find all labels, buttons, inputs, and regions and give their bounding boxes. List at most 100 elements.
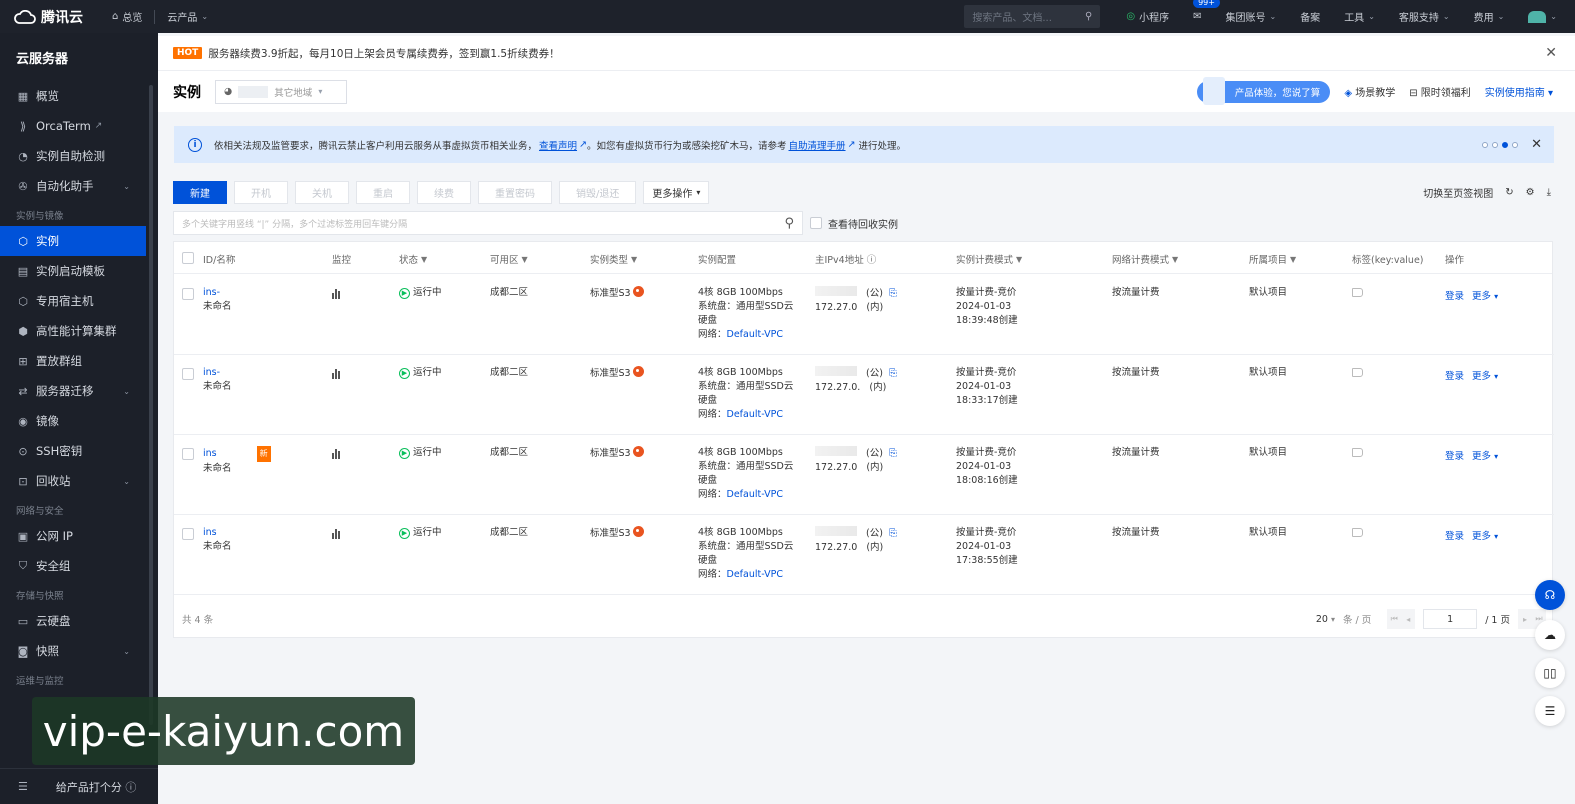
- filter-icon[interactable]: ▼: [631, 255, 637, 264]
- sidebar-item-overview[interactable]: ▦ 概览: [0, 81, 158, 111]
- row-checkbox[interactable]: [182, 368, 194, 380]
- menu-list-button[interactable]: ☰: [1535, 696, 1565, 726]
- sidebar-item-snapshot[interactable]: ◙ 快照 ⌄: [0, 636, 158, 666]
- sidebar-item-hpc-cluster[interactable]: ⬢ 高性能计算集群: [0, 316, 158, 346]
- search-icon[interactable]: ⚲: [784, 216, 794, 231]
- docs-button[interactable]: ▯▯: [1535, 658, 1565, 688]
- sidebar-scrollbar[interactable]: [149, 85, 153, 725]
- support-menu[interactable]: 客服支持 ⌄: [1387, 0, 1462, 33]
- close-icon[interactable]: ✕: [1545, 45, 1557, 61]
- start-button[interactable]: 开机: [234, 180, 288, 204]
- instance-id-link[interactable]: ins-: [203, 367, 220, 378]
- feedback-link[interactable]: 给产品打个分 ⓘ: [56, 779, 137, 795]
- scene-tutorial-link[interactable]: ◈ 场景教学: [1344, 84, 1395, 99]
- sidebar-item-launch-template[interactable]: ▤ 实例启动模板: [0, 256, 158, 286]
- cleanup-manual-link[interactable]: 自助清理手册: [789, 138, 846, 152]
- reset-password-button[interactable]: 重置密码: [478, 180, 552, 204]
- products-menu[interactable]: 云产品 ⌄: [155, 0, 220, 33]
- instance-id-link[interactable]: ins: [203, 448, 217, 459]
- overview-link[interactable]: ⌂ 总览: [100, 0, 154, 33]
- refresh-icon[interactable]: ↻: [1505, 187, 1513, 198]
- view-recycled-checkbox[interactable]: 查看待回收实例: [810, 216, 898, 231]
- filter-icon[interactable]: ▼: [1172, 255, 1178, 264]
- tag-icon[interactable]: [1352, 528, 1363, 537]
- copy-icon[interactable]: ⎘: [889, 448, 897, 459]
- monitor-chart-icon[interactable]: [332, 369, 340, 379]
- sidebar-item-security-group[interactable]: ⛉ 安全组: [0, 551, 158, 581]
- copy-icon[interactable]: ⎘: [889, 368, 897, 379]
- tag-icon[interactable]: [1352, 288, 1363, 297]
- tag-icon[interactable]: [1352, 448, 1363, 457]
- page-size-select[interactable]: 20 ▾: [1316, 614, 1335, 625]
- filter-icon[interactable]: ▼: [1016, 255, 1022, 264]
- user-avatar[interactable]: ⌄: [1516, 0, 1575, 33]
- gear-icon[interactable]: ⚙: [1526, 187, 1535, 198]
- collapse-menu-icon[interactable]: ☰: [18, 780, 28, 793]
- customer-service-button[interactable]: ☊: [1535, 580, 1565, 610]
- more-actions-link[interactable]: 更多 ▾: [1472, 530, 1498, 544]
- carousel-dot[interactable]: [1482, 141, 1488, 148]
- sidebar-item-placement-group[interactable]: ⊞ 置放群组: [0, 346, 158, 376]
- login-link[interactable]: 登录: [1445, 530, 1464, 544]
- sidebar-item-orcaterm[interactable]: ⟫ OrcaTerm ↗: [0, 111, 158, 141]
- sidebar-item-ssh-keys[interactable]: ⊙ SSH密钥: [0, 436, 158, 466]
- sidebar-item-public-ip[interactable]: ▣ 公网 IP: [0, 521, 158, 551]
- row-checkbox[interactable]: [182, 448, 194, 460]
- record-link[interactable]: 备案: [1288, 0, 1332, 33]
- filter-icon[interactable]: ▼: [522, 255, 528, 264]
- instance-search-input[interactable]: 多个关键字用竖线 “|” 分隔，多个过滤标签用回车键分隔 ⚲: [173, 211, 803, 235]
- copy-icon[interactable]: ⎘: [889, 288, 897, 299]
- benefit-link[interactable]: ⊟ 限时领福利: [1409, 84, 1471, 99]
- renew-button[interactable]: 续费: [417, 180, 471, 204]
- filter-icon[interactable]: ▼: [421, 255, 427, 264]
- info-icon[interactable]: ⓘ: [867, 252, 877, 266]
- more-actions-dropdown[interactable]: 更多操作 ▾: [643, 180, 710, 204]
- sidebar-item-automation[interactable]: ✇ 自动化助手 ⌄: [0, 171, 158, 201]
- login-link[interactable]: 登录: [1445, 290, 1464, 304]
- more-actions-link[interactable]: 更多 ▾: [1472, 450, 1498, 464]
- tencent-cloud-logo[interactable]: 腾讯云: [0, 7, 100, 27]
- experience-feedback-button[interactable]: 产品体验，您说了算: [1196, 76, 1331, 105]
- filter-icon[interactable]: ▼: [1290, 255, 1296, 264]
- sidebar-item-images[interactable]: ◉ 镜像: [0, 406, 158, 436]
- sidebar-item-migration[interactable]: ⇄ 服务器迁移 ⌄: [0, 376, 158, 406]
- tools-menu[interactable]: 工具 ⌄: [1332, 0, 1387, 33]
- carousel-dot[interactable]: [1512, 141, 1518, 148]
- mini-program-link[interactable]: ◎ 小程序: [1114, 0, 1181, 33]
- sidebar-item-recycle-bin[interactable]: ⊡ 回收站 ⌄: [0, 466, 158, 496]
- more-actions-link[interactable]: 更多 ▾: [1472, 290, 1498, 304]
- view-statement-link[interactable]: 查看声明: [539, 138, 577, 152]
- monitor-chart-icon[interactable]: [332, 449, 340, 459]
- row-checkbox[interactable]: [182, 288, 194, 300]
- sidebar-item-dedicated-host[interactable]: ⬡ 专用宿主机: [0, 286, 158, 316]
- cloud-tool-button[interactable]: ☁: [1535, 620, 1565, 650]
- mail-button[interactable]: ✉ 99+: [1181, 0, 1220, 33]
- prev-page-icon[interactable]: ◂: [1401, 609, 1416, 629]
- next-page-icon[interactable]: ▸: [1518, 609, 1532, 629]
- global-search-input[interactable]: 搜索产品、文档... ⚲: [964, 5, 1101, 28]
- login-link[interactable]: 登录: [1445, 370, 1464, 384]
- promo-text[interactable]: 服务器续费3.9折起，每月10日上架会员专属续费券，签到赢1.5折续费券！: [208, 46, 559, 61]
- row-checkbox[interactable]: [182, 528, 194, 540]
- close-icon[interactable]: ✕: [1531, 137, 1542, 152]
- usage-guide-menu[interactable]: 实例使用指南 ▾: [1485, 84, 1553, 99]
- first-page-icon[interactable]: ⏮: [1387, 609, 1402, 629]
- monitor-chart-icon[interactable]: [332, 529, 340, 539]
- login-link[interactable]: 登录: [1445, 450, 1464, 464]
- stop-button[interactable]: 关机: [295, 180, 349, 204]
- checkbox[interactable]: [182, 252, 194, 264]
- checkbox[interactable]: [810, 217, 822, 229]
- sidebar-item-cloud-disk[interactable]: ▭ 云硬盘: [0, 606, 158, 636]
- instance-id-link[interactable]: ins: [203, 527, 217, 538]
- group-account-menu[interactable]: 集团账号 ⌄: [1213, 0, 1288, 33]
- copy-icon[interactable]: ⎘: [889, 528, 897, 539]
- monitor-chart-icon[interactable]: [332, 289, 340, 299]
- vpc-link[interactable]: Default-VPC: [727, 329, 783, 340]
- download-icon[interactable]: ⤓: [1547, 187, 1551, 198]
- search-icon[interactable]: ⚲: [1085, 11, 1092, 22]
- more-actions-link[interactable]: 更多 ▾: [1472, 370, 1498, 384]
- sidebar-item-self-check[interactable]: ◔ 实例自助检测: [0, 141, 158, 171]
- page-input[interactable]: 1: [1423, 609, 1478, 629]
- select-all-checkbox[interactable]: [182, 252, 194, 264]
- vpc-link[interactable]: Default-VPC: [727, 409, 783, 420]
